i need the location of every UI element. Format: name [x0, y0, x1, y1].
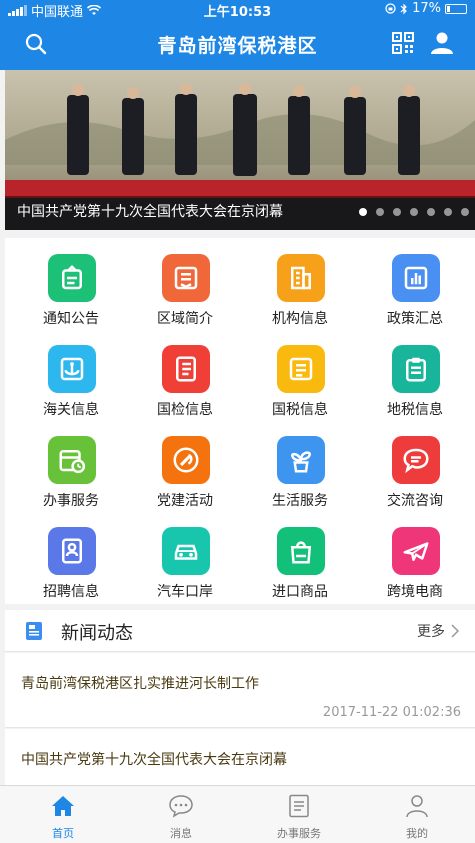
tab-label: 办事服务	[277, 827, 321, 840]
grid-item-label: 招聘信息	[43, 584, 99, 600]
grid-item-label: 交流咨询	[387, 493, 443, 509]
intro-icon	[162, 254, 210, 302]
service-icon	[289, 794, 309, 818]
grid-item-label: 汽车口岸	[157, 584, 213, 600]
battery-percent: 17%	[412, 1, 441, 16]
grid-item[interactable]: 地税信息	[357, 333, 473, 424]
grid-item[interactable]: 海关信息	[13, 333, 129, 424]
grid-item[interactable]: 交流咨询	[357, 424, 473, 515]
grid-item-label: 进口商品	[272, 584, 328, 600]
document-icon	[277, 345, 325, 393]
pagination-dot[interactable]	[410, 208, 418, 216]
grid-item-label: 国检信息	[157, 402, 213, 418]
tab-home[interactable]: 首页	[4, 786, 122, 843]
grid-item-label: 跨境电商	[387, 584, 443, 600]
pagination-dot[interactable]	[444, 208, 452, 216]
grid-item[interactable]: 生活服务	[242, 424, 358, 515]
news-more-link[interactable]: 更多	[417, 621, 459, 641]
party-icon	[162, 436, 210, 484]
grid-item[interactable]: 进口商品	[242, 515, 358, 606]
tab-label: 我的	[406, 827, 428, 840]
news-list-item[interactable]: 青岛前湾保税港区扎实推进河长制工作 2017-11-22 01:02:36	[5, 653, 475, 728]
grid-item[interactable]: 政策汇总	[357, 242, 473, 333]
user-icon[interactable]	[430, 31, 454, 55]
pagination-dot[interactable]	[376, 208, 384, 216]
message-icon	[169, 795, 193, 818]
grid-item[interactable]: 机构信息	[242, 242, 358, 333]
grid-item-label: 海关信息	[43, 402, 99, 418]
pagination-dot[interactable]	[359, 208, 367, 216]
grid-item[interactable]: 办事服务	[13, 424, 129, 515]
chevron-right-icon	[451, 624, 459, 638]
plant-icon	[277, 436, 325, 484]
notice-icon	[48, 254, 96, 302]
chat-icon	[392, 436, 440, 484]
banner-caption: 中国共产党第十九次全国代表大会在京闭幕	[17, 204, 283, 220]
tab-label: 首页	[52, 827, 74, 840]
list-doc-icon	[392, 345, 440, 393]
grid-item-label: 通知公告	[43, 311, 99, 327]
grid-item-label: 党建活动	[157, 493, 213, 509]
grid-item-label: 政策汇总	[387, 311, 443, 327]
news-section-title: 新闻动态	[61, 623, 133, 644]
service-grid: 通知公告 区域简介 机构信息 政策汇总海关信息 国检信息 国税信息 地税信息办事服务 党建活动…	[5, 238, 475, 604]
qr-scan-icon[interactable]	[392, 32, 414, 54]
app-screen: 中国联通 上午10:53 17% 青岛前湾保税港区 中国共产党第十九次全国代表大…	[0, 0, 475, 843]
grid-item[interactable]: 通知公告	[13, 242, 129, 333]
bottom-tab-bar: 首页 消息 办事服务 我的	[0, 785, 475, 843]
tab-label: 消息	[170, 827, 192, 840]
tab-profile[interactable]: 我的	[358, 786, 475, 843]
home-icon	[52, 796, 74, 816]
news-item-date: 2017-11-22 01:02:36	[322, 705, 461, 720]
grid-item[interactable]: 国检信息	[127, 333, 243, 424]
news-more-label: 更多	[417, 624, 445, 640]
grid-item[interactable]: 党建活动	[127, 424, 243, 515]
building-icon	[277, 254, 325, 302]
tab-services[interactable]: 办事服务	[240, 786, 358, 843]
bluetooth-icon	[400, 3, 407, 14]
anchor-icon	[48, 345, 96, 393]
banner-pagination	[359, 208, 469, 216]
grid-item-label: 区域简介	[157, 311, 213, 327]
top-navbar: 青岛前湾保税港区	[0, 18, 475, 70]
tab-messages[interactable]: 消息	[122, 786, 240, 843]
news-item-title: 青岛前湾保税港区扎实推进河长制工作	[21, 676, 259, 692]
grid-item-label: 机构信息	[272, 311, 328, 327]
grid-item-label: 国税信息	[272, 402, 328, 418]
grid-item-label: 办事服务	[43, 493, 99, 509]
grid-item[interactable]: 跨境电商	[357, 515, 473, 606]
news-section-header: 新闻动态 更多	[5, 610, 475, 652]
grid-item[interactable]: 招聘信息	[13, 515, 129, 606]
news-icon	[26, 622, 42, 640]
rotation-lock-icon	[385, 3, 396, 14]
calendar-icon	[48, 436, 96, 484]
status-bar: 中国联通 上午10:53 17%	[0, 0, 475, 20]
news-banner[interactable]: 中国共产党第十九次全国代表大会在京闭幕	[5, 70, 475, 230]
pagination-dot[interactable]	[393, 208, 401, 216]
news-item-title: 中国共产党第十九次全国代表大会在京闭幕	[21, 752, 287, 768]
grid-item-label: 地税信息	[387, 402, 443, 418]
grid-item[interactable]: 区域简介	[127, 242, 243, 333]
grid-item[interactable]: 汽车口岸	[127, 515, 243, 606]
grid-item-label: 生活服务	[272, 493, 328, 509]
book-icon	[162, 345, 210, 393]
bag-icon	[277, 527, 325, 575]
chart-icon	[392, 254, 440, 302]
pagination-dot[interactable]	[427, 208, 435, 216]
car-icon	[162, 527, 210, 575]
profile-icon	[406, 795, 428, 818]
pagination-dot[interactable]	[461, 208, 469, 216]
resume-icon	[48, 527, 96, 575]
battery-icon	[445, 3, 467, 14]
grid-item[interactable]: 国税信息	[242, 333, 358, 424]
plane-icon	[392, 527, 440, 575]
